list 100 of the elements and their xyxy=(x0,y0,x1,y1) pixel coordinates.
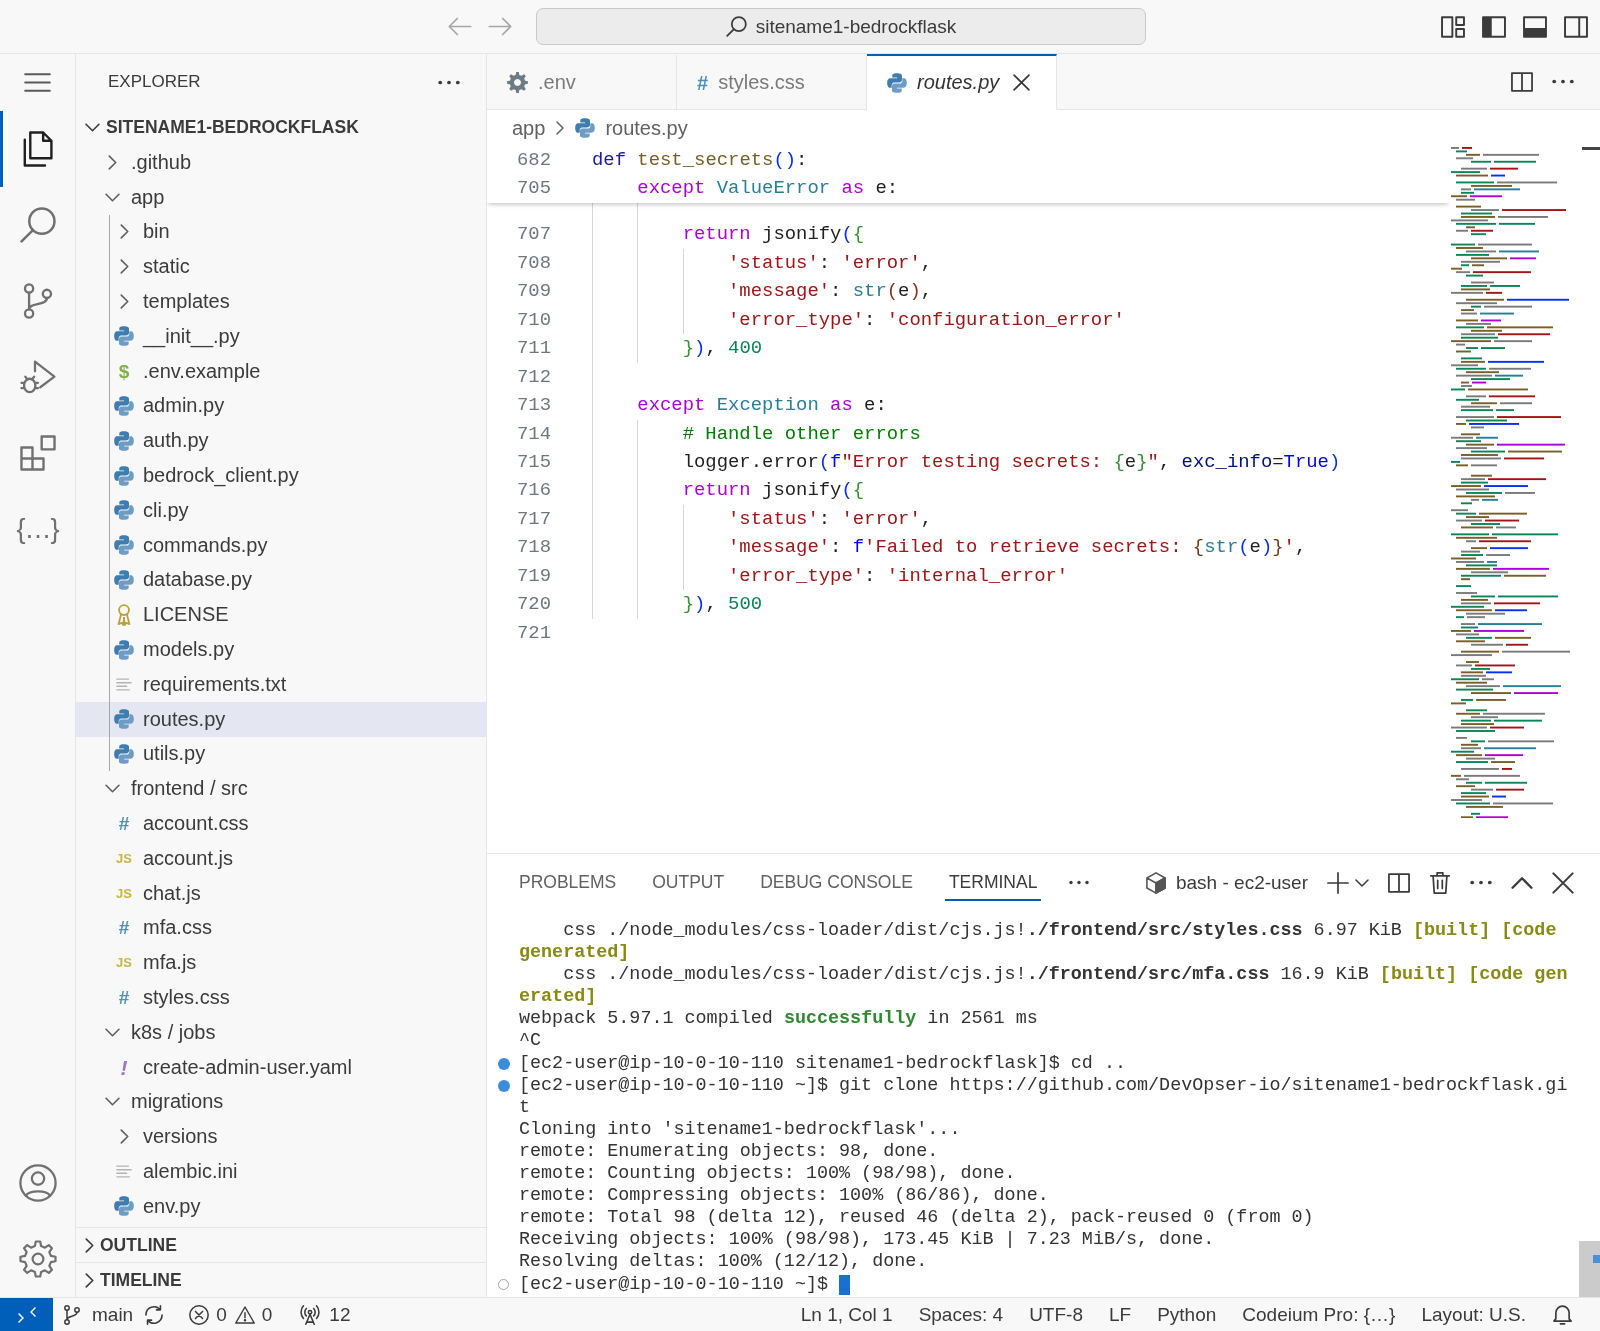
file-item[interactable]: alembic.ini xyxy=(76,1154,486,1189)
warning-icon xyxy=(234,1304,255,1325)
file-item[interactable]: database.py xyxy=(76,562,486,598)
js-icon: JS xyxy=(116,886,132,900)
line-number: 720 xyxy=(517,592,551,618)
terminal-instance-button[interactable]: bash - ec2-user xyxy=(1146,871,1308,894)
gear-icon[interactable] xyxy=(18,1240,57,1278)
line-number: 712 xyxy=(517,364,551,390)
code-line: 'error_type': 'internal_error' xyxy=(728,563,1069,589)
status-item[interactable]: UTF-8 xyxy=(1029,1303,1083,1326)
code-line: except ValueError as e: xyxy=(637,176,899,202)
folder-item[interactable]: .github xyxy=(76,145,486,180)
status-item[interactable]: Spaces: 4 xyxy=(918,1303,1004,1326)
file-item[interactable]: __init__.py xyxy=(76,319,486,354)
close-icon[interactable] xyxy=(1552,871,1574,894)
file-item[interactable]: # mfa.css xyxy=(76,910,486,946)
trash-icon[interactable] xyxy=(1429,871,1451,894)
remote-button[interactable] xyxy=(0,1298,53,1331)
folder-item[interactable]: bin xyxy=(76,214,486,250)
plus-icon[interactable] xyxy=(1327,871,1349,894)
more-icon[interactable] xyxy=(438,79,460,85)
terminal-line: remote: Enumerating objects: 98, done. xyxy=(519,1140,939,1164)
status-dot-icon[interactable] xyxy=(498,1079,510,1092)
section-header[interactable]: OUTLINE xyxy=(76,1227,486,1262)
menu-icon[interactable] xyxy=(24,73,51,92)
more-icon[interactable] xyxy=(1470,880,1492,885)
file-item[interactable]: LICENSE xyxy=(76,597,486,633)
scrollbar-thumb[interactable] xyxy=(1579,1241,1600,1297)
file-item[interactable]: routes.py xyxy=(76,701,486,737)
sync-icon[interactable] xyxy=(144,1304,165,1325)
panel-tab[interactable]: OUTPUT xyxy=(648,864,729,901)
chevron-down-icon[interactable] xyxy=(1355,878,1369,887)
toggle-sidebar-icon[interactable] xyxy=(1482,15,1506,38)
python-icon xyxy=(575,118,596,138)
folder-item[interactable]: app xyxy=(76,179,486,215)
breadcrumb-item[interactable]: routes.py xyxy=(575,116,688,140)
file-item[interactable]: # account.css xyxy=(76,806,486,841)
line-number: 707 xyxy=(517,222,551,248)
section-header[interactable]: SITENAME1-BEDROCKFLASK xyxy=(76,110,486,145)
code-line: # Handle other errors xyxy=(682,421,921,447)
split-editor-icon[interactable] xyxy=(1511,71,1533,92)
status-item[interactable]: LF xyxy=(1108,1303,1132,1326)
folder-item[interactable]: templates xyxy=(76,284,486,319)
status-dot-icon[interactable] xyxy=(498,1057,510,1070)
file-item[interactable]: JS mfa.js xyxy=(76,945,486,981)
close-icon[interactable] xyxy=(1013,74,1031,91)
folder-item[interactable]: migrations xyxy=(76,1084,486,1120)
terminal-cursor xyxy=(839,1274,851,1295)
code-line: return jsonify({ xyxy=(682,478,865,504)
breadcrumb-item[interactable]: app xyxy=(512,116,546,140)
file-item[interactable]: JS chat.js xyxy=(76,875,486,911)
editor-tab[interactable]: routes.py xyxy=(867,54,1057,110)
code-line: 'message': f'Failed to retrieve secrets: {str(e)}', xyxy=(728,535,1307,561)
more-icon[interactable] xyxy=(1069,880,1090,885)
file-item[interactable]: $ .env.example xyxy=(76,353,486,389)
file-item[interactable]: # styles.css xyxy=(76,980,486,1015)
account-icon[interactable] xyxy=(18,1164,57,1202)
file-item[interactable]: models.py xyxy=(76,632,486,667)
toggle-secondary-sidebar-icon[interactable] xyxy=(1564,15,1588,38)
remote-icon xyxy=(17,1306,36,1323)
status-item[interactable]: Codeium Pro: {…} xyxy=(1242,1303,1396,1326)
file-item[interactable]: JS account.js xyxy=(76,840,486,876)
code-line: except Exception as e: xyxy=(637,393,887,419)
panel-tab[interactable]: DEBUG CONSOLE xyxy=(756,864,917,901)
file-item[interactable]: cli.py xyxy=(76,492,486,528)
ports-button[interactable]: 12 xyxy=(300,1303,351,1326)
status-item[interactable]: Python xyxy=(1157,1303,1217,1326)
split-panel-icon[interactable] xyxy=(1388,871,1410,894)
panel-tab[interactable]: PROBLEMS xyxy=(515,864,621,901)
folder-item[interactable]: k8s / jobs xyxy=(76,1014,486,1050)
run-debug-icon xyxy=(19,359,56,395)
braces-icon: {…} xyxy=(16,515,59,543)
branch-button[interactable]: main xyxy=(62,1303,134,1326)
js-icon: JS xyxy=(116,956,132,970)
more-icon[interactable] xyxy=(1552,79,1574,84)
python-icon xyxy=(114,500,134,521)
panel-tab[interactable]: TERMINAL xyxy=(944,864,1042,901)
folder-item[interactable]: static xyxy=(76,249,486,285)
js-icon: JS xyxy=(116,851,132,865)
toggle-panel-icon[interactable] xyxy=(1523,15,1547,38)
sidebar-title: EXPLORER xyxy=(108,72,201,92)
file-item[interactable]: bedrock_client.py xyxy=(76,458,486,493)
bell-icon[interactable] xyxy=(1553,1304,1572,1325)
file-item[interactable]: admin.py xyxy=(76,388,486,424)
line-number: 718 xyxy=(517,535,551,561)
folder-item[interactable]: versions xyxy=(76,1119,486,1155)
file-item[interactable]: utils.py xyxy=(76,736,486,772)
folder-item[interactable]: frontend / src xyxy=(76,771,486,807)
file-item[interactable]: env.py xyxy=(76,1188,486,1224)
file-item[interactable]: commands.py xyxy=(76,527,486,563)
file-item[interactable]: ! create-admin-user.yaml xyxy=(76,1049,486,1085)
terminal-line: generated] xyxy=(519,942,630,965)
status-item[interactable]: Layout: U.S. xyxy=(1421,1303,1526,1326)
activity-bar-button[interactable]: {…} xyxy=(0,491,75,567)
command-center-search[interactable]: sitename1-bedrockflask xyxy=(536,8,1146,45)
file-item[interactable]: requirements.txt xyxy=(76,666,486,702)
customize-layout-icon[interactable] xyxy=(1441,15,1465,38)
file-item[interactable]: auth.py xyxy=(76,423,486,459)
problems-button[interactable]: 0 0 xyxy=(189,1303,273,1326)
status-item[interactable]: Ln 1, Col 1 xyxy=(800,1303,893,1326)
